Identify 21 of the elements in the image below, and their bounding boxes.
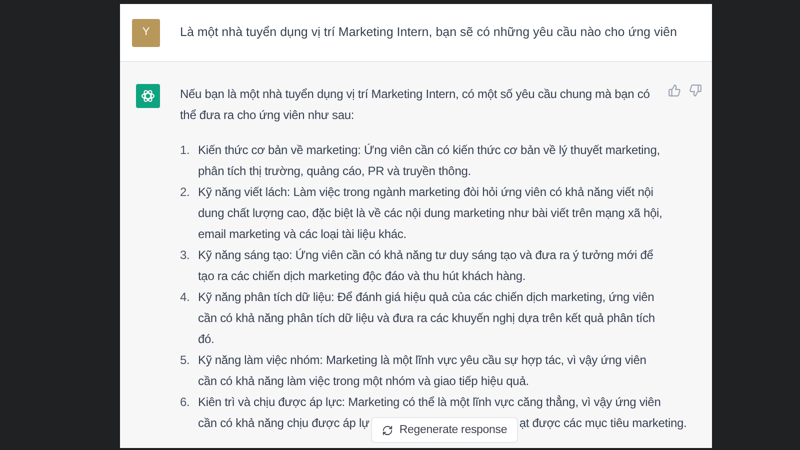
list-number: 2. xyxy=(180,184,191,201)
list-item-text: cần có khả năng chịu được áp lự xyxy=(198,415,370,432)
list-item-text: Kiến thức cơ bản về marketing: Ứng viên cần có kiến thức cơ bản về lý thuyết marketing, phân tích thị trường, quảng cáo, PR và truyền thông. xyxy=(198,142,661,180)
list-item-text: Kỹ năng làm việc nhóm: Marketing là một lĩnh vực yêu cầu sự hợp tác, vì vậy ứng viên cần có khả năng làm việc trong một nhóm và giao tiếp hiệu quả. xyxy=(198,352,648,390)
thumbs-up-icon[interactable] xyxy=(668,84,681,97)
refresh-icon xyxy=(382,424,394,436)
list-item-text: Kỹ năng sáng tạo: Ứng viên cần có khả năng tư duy sáng tạo và đưa ra ý tưởng mới để tạo ra các chiến dịch marketing độc đáo và thu hút khách hàng. xyxy=(198,247,654,285)
list-number: 5. xyxy=(180,352,191,369)
list-number: 3. xyxy=(180,247,191,264)
regenerate-button[interactable]: Regenerate response xyxy=(371,417,518,443)
list-number: 1. xyxy=(180,142,191,159)
user-avatar: Y xyxy=(132,18,160,46)
user-message: Là một nhà tuyển dụng vị trí Marketing Intern, bạn sẽ có những yêu cầu nào cho ứng viên xyxy=(180,24,677,42)
thumbs-down-icon[interactable] xyxy=(689,84,702,97)
list-item-text: Kỹ năng phân tích dữ liệu: Để đánh giá hiệu quả của các chiến dịch marketing, ứng viên cần có khả năng phân tích dữ liệu và đưa ra các khuyến nghị dựa trên kết quả phân tích đó. xyxy=(198,289,656,348)
list-item-text: Kỹ năng viết lách: Làm việc trong ngành marketing đòi hỏi ứng viên có khả năng viết nội dung chất lượng cao, đặc biệt là về các nội dung marketing như bài viết trên mạng xã hội, email marketing và các loại tài liệu khác. xyxy=(198,184,664,243)
assistant-intro: Nếu bạn là một nhà tuyển dụng vị trí Marketing Intern, có một số yêu cầu chung mà bạn có thể đưa ra cho ứng viên như sau: xyxy=(180,86,651,124)
list-number: 6. xyxy=(180,394,191,411)
list-number: 4. xyxy=(180,289,191,306)
list-item-text: ạt được các mục tiêu marketing. xyxy=(519,415,687,432)
list-item-text: Kiên trì và chịu được áp lực: Marketing có thể là một lĩnh vực căng thẳng, vì vậy ứng viên xyxy=(198,394,662,411)
